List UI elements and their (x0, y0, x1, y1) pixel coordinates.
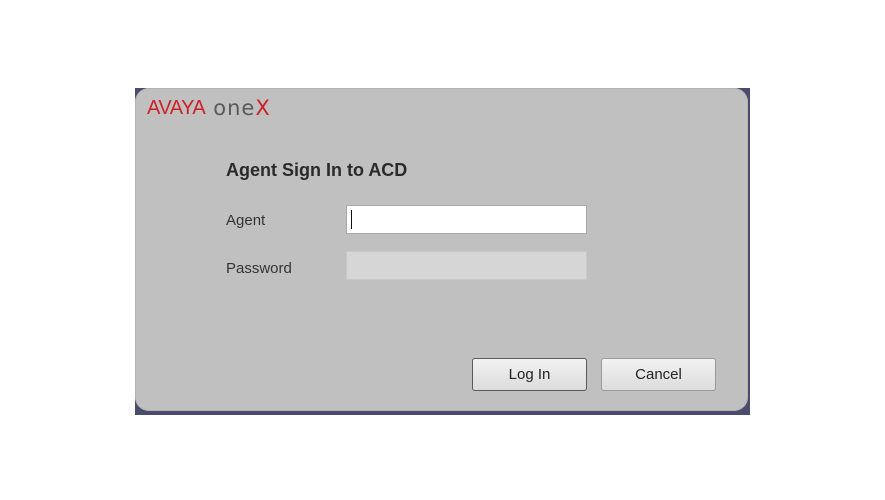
password-label: Password (226, 260, 292, 277)
logo-product-wrapper: oneX (213, 96, 269, 120)
cancel-button[interactable]: Cancel (601, 358, 716, 391)
password-input[interactable] (346, 251, 587, 280)
window-frame: AVAYA oneX Agent Sign In to ACD Agent Pa… (135, 88, 750, 415)
agent-label: Agent (226, 212, 266, 229)
logo-product: one (213, 96, 256, 120)
text-caret (351, 210, 352, 229)
logo-product-suffix: X (255, 96, 270, 120)
log-in-button[interactable]: Log In (472, 358, 587, 391)
agent-input[interactable] (346, 205, 587, 234)
logo-brand: AVAYA (147, 96, 206, 119)
avaya-one-x-logo: AVAYA oneX (147, 94, 270, 122)
agent-sign-in-dialog: AVAYA oneX Agent Sign In to ACD Agent Pa… (135, 88, 748, 411)
dialog-title: Agent Sign In to ACD (226, 160, 408, 180)
